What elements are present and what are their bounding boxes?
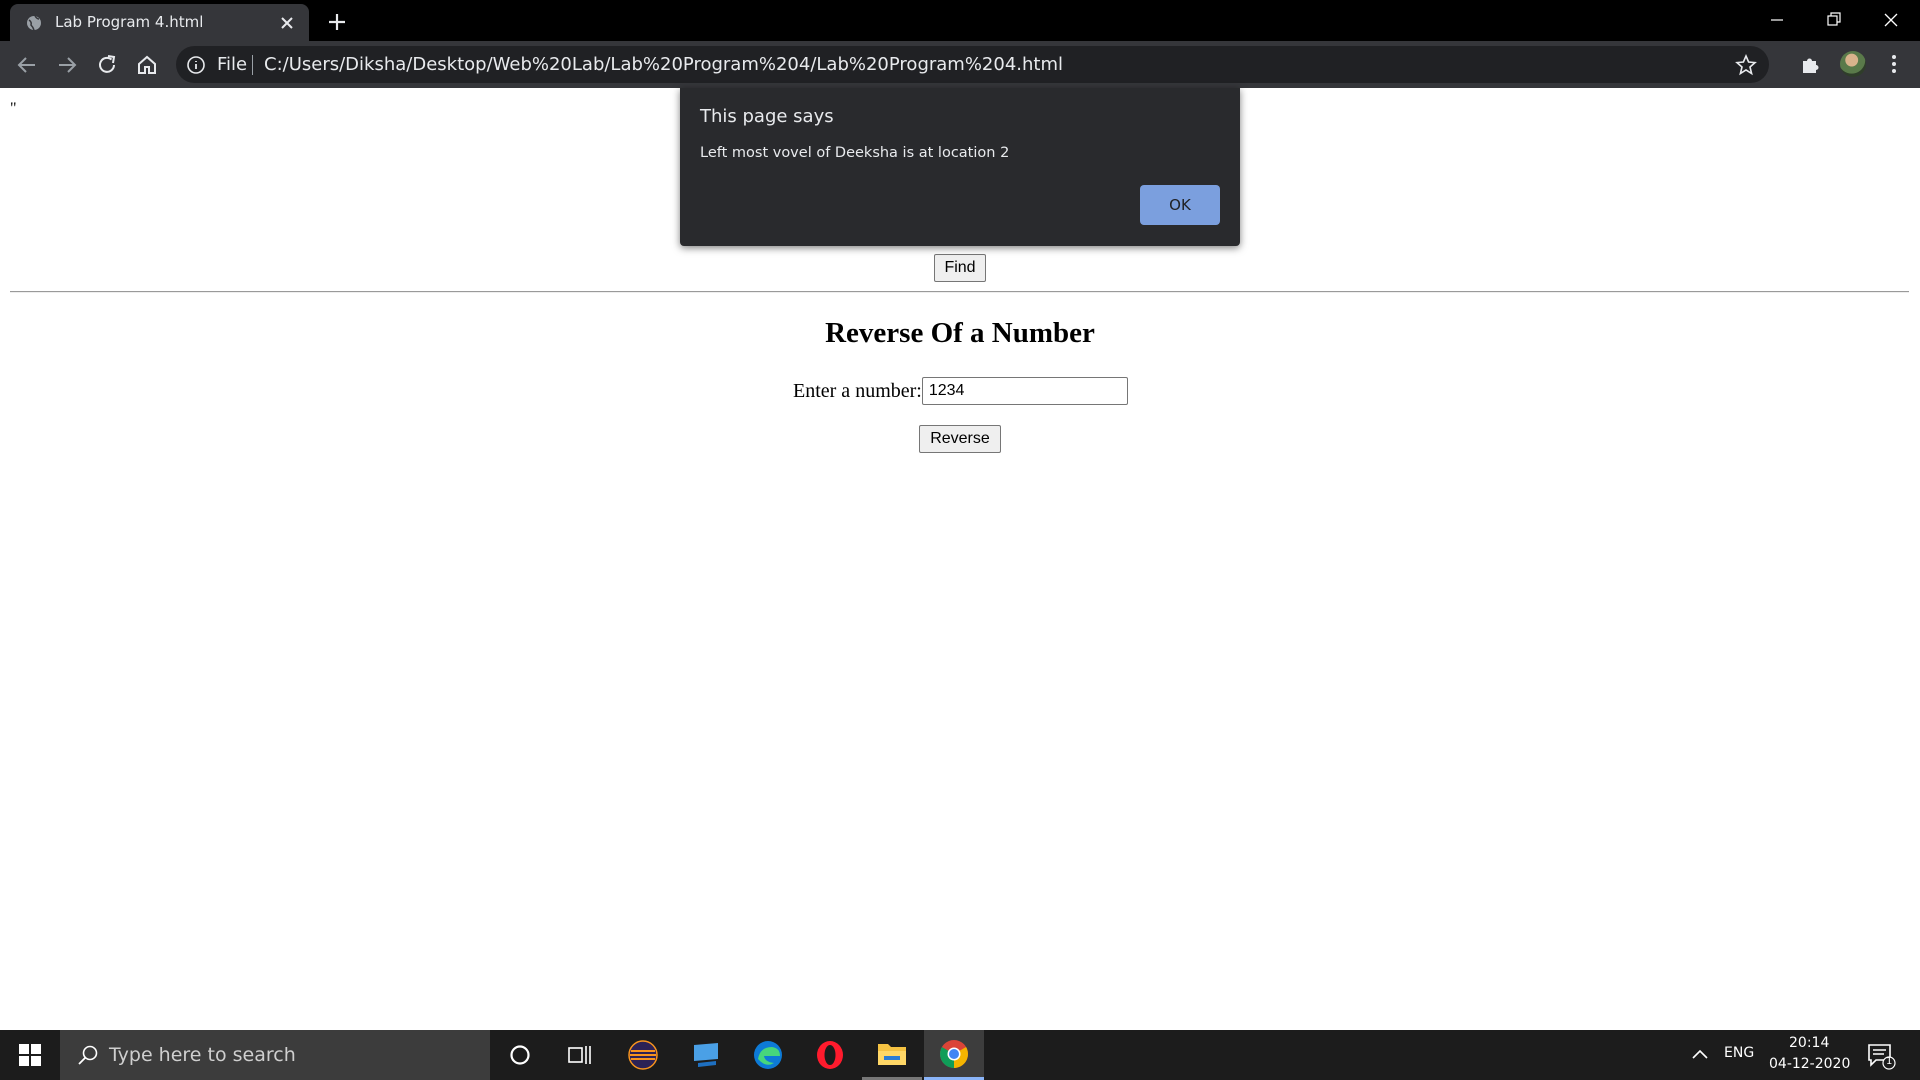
- number-label: Enter a number:: [793, 379, 922, 402]
- clock-date[interactable]: 04-12-2020: [1769, 1056, 1850, 1072]
- chrome-icon: [940, 1039, 968, 1068]
- start-button[interactable]: [0, 1030, 60, 1080]
- taskbar-search-box[interactable]: Type here to search: [60, 1030, 490, 1080]
- edge-icon: [754, 1041, 782, 1069]
- opera-icon: [817, 1041, 843, 1069]
- url-separator: [252, 55, 253, 75]
- search-placeholder: Type here to search: [109, 1044, 296, 1066]
- chevron-up-icon[interactable]: [1690, 1045, 1710, 1065]
- kebab-menu-icon[interactable]: [1883, 53, 1905, 75]
- taskbar-app-edge[interactable]: [738, 1030, 798, 1080]
- plus-icon[interactable]: [326, 11, 348, 33]
- notification-count: 1: [1886, 1056, 1893, 1067]
- language-indicator[interactable]: ENG: [1724, 1045, 1754, 1061]
- cortana-button[interactable]: [490, 1030, 550, 1080]
- close-window-icon[interactable]: [1868, 6, 1914, 34]
- tab-title: Lab Program 4.html: [55, 13, 204, 31]
- tab-active[interactable]: Lab Program 4.html: [10, 4, 309, 41]
- remote-desktop-icon: [694, 1043, 718, 1067]
- star-icon[interactable]: [1735, 54, 1757, 76]
- search-icon: [78, 1045, 98, 1065]
- taskbar-app-eclipse[interactable]: [613, 1030, 673, 1080]
- url-text[interactable]: C:/Users/Diksha/Desktop/Web%20Lab/Lab%20…: [264, 54, 1063, 75]
- home-icon[interactable]: [134, 52, 160, 78]
- ok-button[interactable]: OK: [1140, 185, 1220, 225]
- back-icon[interactable]: [14, 52, 40, 78]
- taskbar-app-file-explorer[interactable]: [862, 1030, 922, 1080]
- globe-icon: [27, 15, 41, 31]
- cortana-icon: [510, 1045, 530, 1065]
- info-icon[interactable]: [186, 55, 206, 75]
- windows-taskbar: Type here to search ENG 20:14 04-12-2020…: [0, 1030, 1920, 1080]
- dialog-message: Left most vovel of Deeksha is at locatio…: [700, 145, 1010, 161]
- url-scheme-label: File: [217, 54, 248, 75]
- reload-icon[interactable]: [94, 52, 120, 78]
- puzzle-icon[interactable]: [1799, 52, 1823, 76]
- number-form-row: Enter a number: 1234: [793, 376, 1128, 406]
- tab-strip: Lab Program 4.html: [0, 0, 1920, 41]
- file-explorer-icon: [878, 1043, 906, 1065]
- address-bar[interactable]: File C:/Users/Diksha/Desktop/Web%20Lab/L…: [176, 46, 1769, 83]
- stray-text: ": [10, 100, 17, 117]
- eclipse-icon: [628, 1040, 658, 1070]
- task-view-button[interactable]: [550, 1030, 610, 1080]
- restore-icon[interactable]: [1810, 6, 1856, 34]
- avatar[interactable]: [1840, 51, 1866, 77]
- browser-toolbar: File C:/Users/Diksha/Desktop/Web%20Lab/L…: [0, 41, 1920, 88]
- taskbar-app-remote-desktop[interactable]: [676, 1030, 736, 1080]
- windows-logo-icon: [19, 1044, 41, 1066]
- forward-icon[interactable]: [54, 52, 80, 78]
- task-view-icon: [568, 1046, 591, 1064]
- taskbar-app-opera[interactable]: [800, 1030, 860, 1080]
- alert-dialog: This page says Left most vovel of Deeksh…: [680, 88, 1240, 246]
- reverse-button[interactable]: Reverse: [919, 425, 1001, 453]
- horizontal-rule: [10, 291, 1909, 293]
- minimize-icon[interactable]: [1754, 6, 1800, 34]
- find-button[interactable]: Find: [934, 254, 986, 282]
- clock-time[interactable]: 20:14: [1789, 1035, 1829, 1051]
- number-input[interactable]: 1234: [921, 377, 1128, 405]
- dialog-title: This page says: [700, 106, 834, 127]
- page-heading: Reverse Of a Number: [825, 317, 1095, 349]
- close-icon[interactable]: [278, 14, 296, 32]
- taskbar-app-chrome[interactable]: [924, 1030, 984, 1080]
